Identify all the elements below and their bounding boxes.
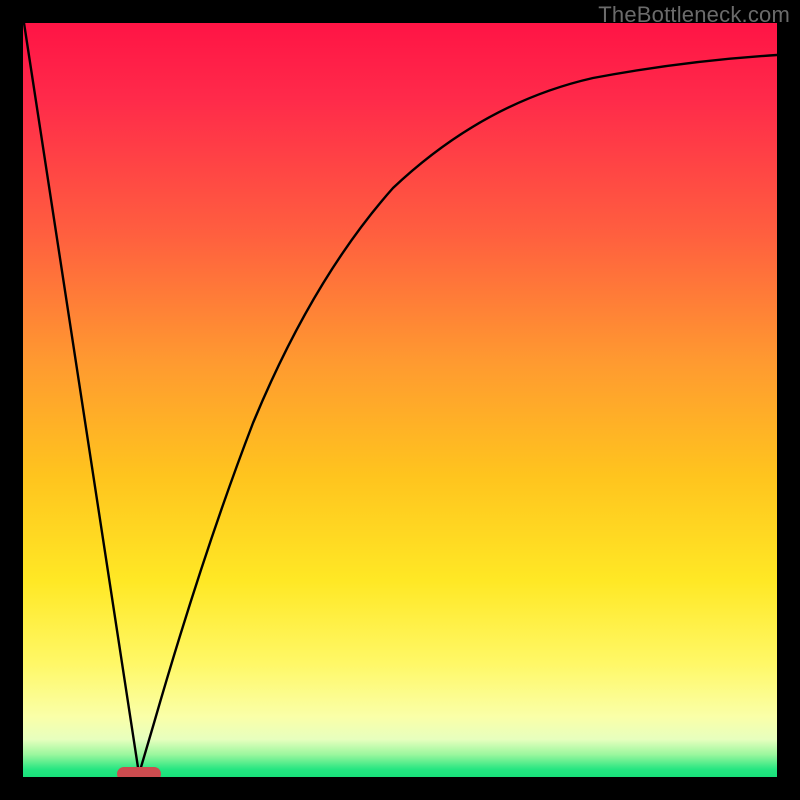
plot-area: [23, 23, 777, 777]
chart-curves: [23, 23, 777, 777]
valley-marker: [117, 767, 161, 777]
chart-frame: TheBottleneck.com: [0, 0, 800, 800]
watermark-text: TheBottleneck.com: [598, 2, 790, 28]
left-line: [24, 23, 139, 774]
right-curve: [139, 55, 777, 774]
